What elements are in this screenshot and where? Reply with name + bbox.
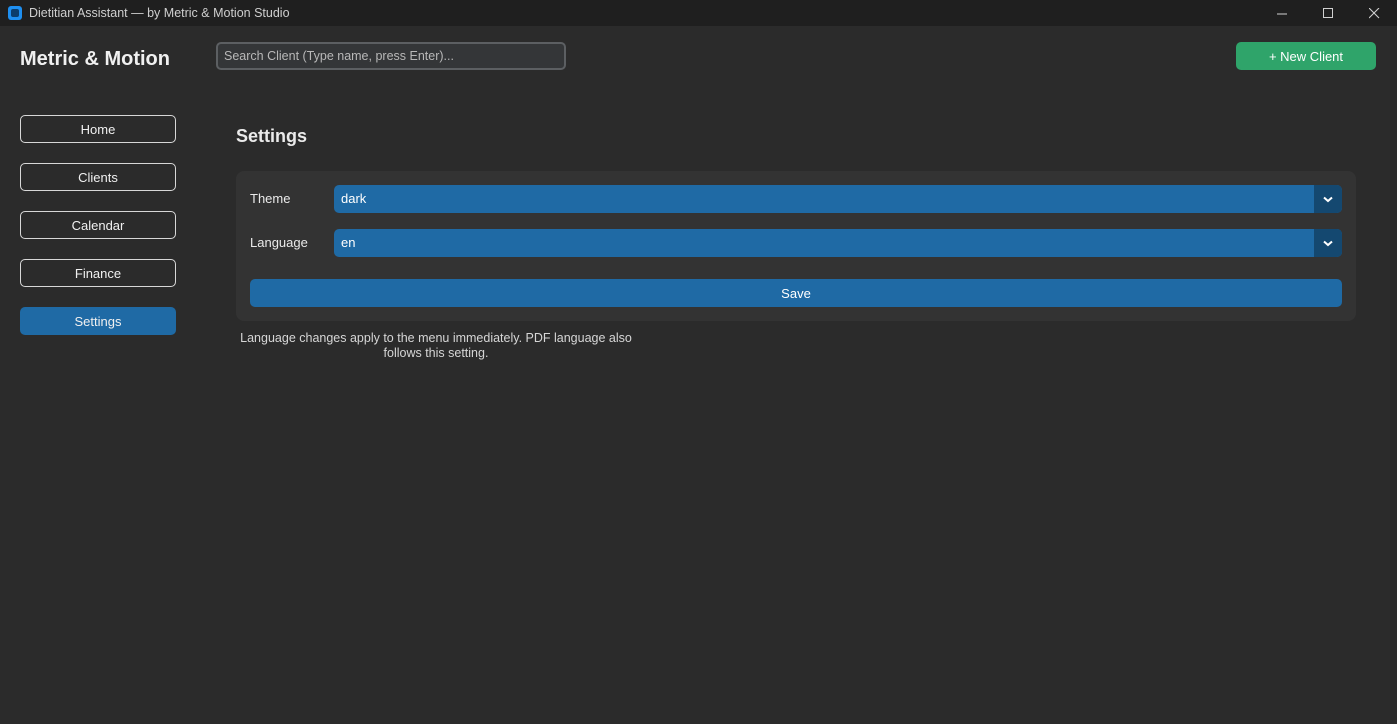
app-icon	[8, 6, 22, 20]
close-icon	[1368, 7, 1379, 18]
language-select[interactable]: en	[334, 229, 1342, 257]
page-title: Settings	[236, 126, 308, 146]
window-title: Dietitian Assistant — by Metric & Motion…	[29, 6, 290, 20]
language-label: Language	[250, 235, 308, 250]
theme-select-value: dark	[341, 191, 367, 206]
sidebar-item-finance[interactable]: Finance	[20, 259, 176, 287]
new-client-button[interactable]: + New Client	[1236, 42, 1376, 70]
theme-select[interactable]: dark	[334, 185, 1342, 213]
close-button[interactable]	[1351, 0, 1397, 26]
chevron-down-icon	[1323, 240, 1333, 246]
settings-card: Theme dark Language en Save	[236, 171, 1356, 321]
theme-dropdown-button[interactable]	[1314, 185, 1342, 213]
maximize-button[interactable]	[1305, 0, 1351, 26]
brand-title: Metric & Motion	[20, 48, 170, 70]
window-controls	[1259, 0, 1397, 26]
language-note: Language changes apply to the menu immed…	[240, 331, 632, 360]
search-client-input[interactable]	[216, 42, 566, 70]
save-button[interactable]: Save	[250, 279, 1342, 307]
sidebar-item-home[interactable]: Home	[20, 115, 176, 143]
maximize-icon	[1322, 7, 1333, 18]
sidebar-item-clients[interactable]: Clients	[20, 163, 176, 191]
minimize-icon	[1276, 13, 1287, 14]
language-dropdown-button[interactable]	[1314, 229, 1342, 257]
sidebar-item-calendar[interactable]: Calendar	[20, 211, 176, 239]
chevron-down-icon	[1323, 196, 1333, 202]
language-select-value: en	[341, 235, 356, 250]
sidebar-item-settings[interactable]: Settings	[20, 307, 176, 335]
theme-label: Theme	[250, 191, 291, 206]
minimize-button[interactable]	[1259, 0, 1305, 26]
title-bar: Dietitian Assistant — by Metric & Motion…	[0, 0, 1397, 26]
